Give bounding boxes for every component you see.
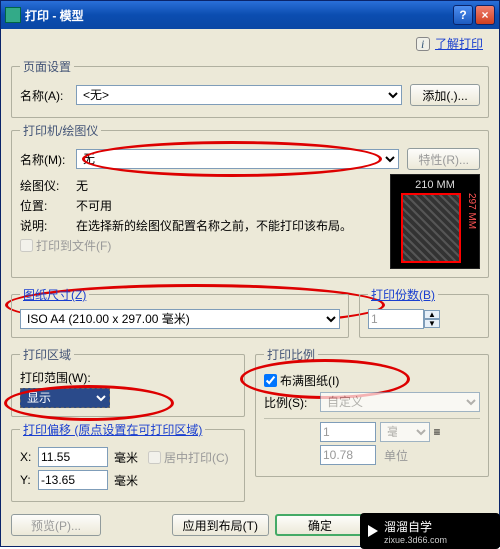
close-button[interactable]: × bbox=[475, 5, 495, 25]
watermark-site: zixue.3d66.com bbox=[384, 535, 447, 545]
copies-legend[interactable]: 打印份数(B) bbox=[368, 286, 438, 303]
print-area-group: 打印区域 打印范围(W): 显示 bbox=[11, 346, 245, 417]
properties-button: 特性(R)... bbox=[407, 148, 480, 170]
page-setup-group: 页面设置 名称(A): <无> 添加(.)... bbox=[11, 58, 489, 118]
pagesetup-name-label: 名称(A): bbox=[20, 87, 76, 104]
print-range-label: 打印范围(W): bbox=[20, 369, 236, 386]
scale-num-input bbox=[320, 422, 376, 442]
scale-unit2-label: 单位 bbox=[384, 447, 408, 464]
page-setup-legend: 页面设置 bbox=[20, 58, 74, 75]
print-to-file-label: 打印到文件(F) bbox=[36, 237, 111, 254]
scale-group: 打印比例 布满图纸(I) 比例(S): 自定义 毫米 ≡ bbox=[255, 346, 489, 477]
scale-denom-input bbox=[320, 445, 376, 465]
paper-size-select[interactable]: ISO A4 (210.00 x 297.00 毫米) bbox=[20, 309, 340, 329]
preview-width-label: 210 MM bbox=[391, 179, 479, 191]
help-button[interactable]: ? bbox=[453, 5, 473, 25]
play-icon bbox=[368, 525, 378, 537]
scale-ratio-select: 自定义 bbox=[320, 392, 480, 412]
offset-y-unit: 毫米 bbox=[114, 472, 138, 489]
center-print-label: 居中打印(C) bbox=[164, 449, 229, 466]
watermark-brand: 溜溜自学 bbox=[384, 518, 447, 535]
copies-spinner: ▲▼ bbox=[424, 310, 440, 328]
titlebar: 打印 - 模型 ? × bbox=[1, 1, 499, 29]
printer-name-select[interactable]: 无 bbox=[76, 149, 399, 169]
paper-size-legend[interactable]: 图纸尺寸(Z) bbox=[20, 286, 89, 303]
fit-paper-checkbox[interactable] bbox=[264, 374, 277, 387]
scale-ratio-label: 比例(S): bbox=[264, 394, 320, 411]
scale-unit1-select: 毫米 bbox=[380, 422, 430, 442]
pagesetup-name-select[interactable]: <无> bbox=[76, 85, 402, 105]
learn-print-link[interactable]: 了解打印 bbox=[435, 37, 483, 51]
add-button[interactable]: 添加(.)... bbox=[410, 84, 480, 106]
info-icon: i bbox=[416, 37, 430, 51]
app-icon bbox=[5, 7, 21, 23]
print-range-select[interactable]: 显示 bbox=[20, 388, 110, 408]
watermark: 溜溜自学 zixue.3d66.com bbox=[360, 513, 500, 549]
offset-x-unit: 毫米 bbox=[114, 449, 138, 466]
print-area-legend: 打印区域 bbox=[20, 346, 74, 363]
desc-label: 说明: bbox=[20, 217, 76, 234]
equals-icon: ≡ bbox=[430, 425, 444, 439]
ok-button[interactable]: 确定 bbox=[275, 514, 365, 536]
paper-size-group: 图纸尺寸(Z) ISO A4 (210.00 x 297.00 毫米) bbox=[11, 286, 349, 338]
location-label: 位置: bbox=[20, 197, 76, 214]
desc-value: 在选择新的绘图仪配置名称之前，不能打印该布局。 bbox=[76, 217, 382, 234]
plotter-label: 绘图仪: bbox=[20, 177, 76, 194]
offset-y-input[interactable] bbox=[38, 470, 108, 490]
preview-height-label: 297 MM bbox=[466, 193, 477, 229]
offset-x-input[interactable] bbox=[38, 447, 108, 467]
printer-name-label: 名称(M): bbox=[20, 151, 76, 168]
fit-paper-label: 布满图纸(I) bbox=[280, 372, 339, 389]
copies-group: 打印份数(B) ▲▼ bbox=[359, 286, 489, 338]
plotter-value: 无 bbox=[76, 177, 88, 194]
location-value: 不可用 bbox=[76, 197, 112, 214]
offset-x-label: X: bbox=[20, 450, 38, 464]
center-print-checkbox bbox=[148, 451, 161, 464]
offset-legend[interactable]: 打印偏移 (原点设置在可打印区域) bbox=[20, 421, 205, 438]
printer-legend: 打印机/绘图仪 bbox=[20, 122, 101, 139]
preview-paper bbox=[401, 193, 461, 263]
window-title: 打印 - 模型 bbox=[25, 7, 451, 24]
offset-y-label: Y: bbox=[20, 473, 38, 487]
preview-button: 预览(P)... bbox=[11, 514, 101, 536]
offset-group: 打印偏移 (原点设置在可打印区域) X: 毫米 居中打印(C) Y: 毫米 bbox=[11, 421, 245, 502]
copies-input bbox=[368, 309, 424, 329]
paper-preview: 210 MM 297 MM bbox=[390, 174, 480, 269]
scale-legend: 打印比例 bbox=[264, 346, 318, 363]
print-to-file-checkbox bbox=[20, 239, 33, 252]
apply-layout-button[interactable]: 应用到布局(T) bbox=[172, 514, 269, 536]
printer-group: 打印机/绘图仪 名称(M): 无 特性(R)... 绘图仪:无 位置:不可用 说… bbox=[11, 122, 489, 278]
